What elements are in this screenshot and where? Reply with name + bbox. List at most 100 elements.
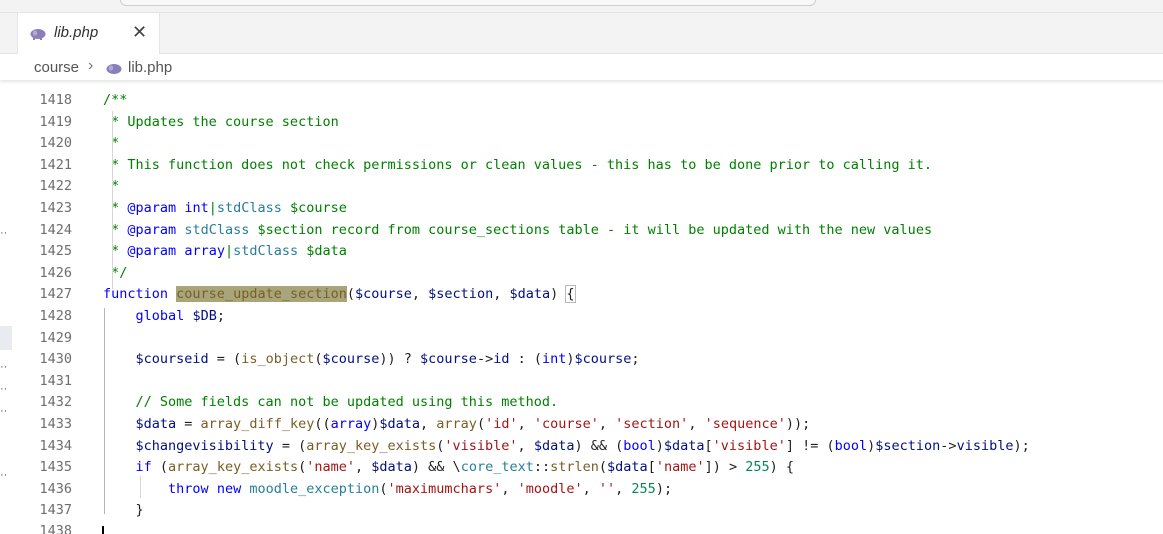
code-line[interactable]: 1426 */ — [0, 262, 1163, 284]
code-line[interactable]: 1435 if (array_key_exists('name', $data)… — [0, 456, 1163, 478]
code-token: $data — [663, 437, 705, 454]
horizontal-scrollbar[interactable] — [120, 0, 816, 6]
code-line[interactable]: 1418 /** — [0, 89, 1163, 111]
code-token: | — [208, 200, 217, 216]
code-token: ; — [216, 308, 225, 324]
line-number: 1428 — [39, 308, 72, 324]
code-token: 'moodle' — [517, 480, 583, 497]
code-line[interactable]: 1425 * @param array|stdClass $data — [0, 240, 1163, 262]
line-number: 1418 — [39, 92, 72, 108]
code-line[interactable]: 1429 — [0, 327, 1163, 349]
code-token: , — [501, 480, 518, 497]
dot-mark: ·· — [0, 361, 8, 373]
code-token: $section — [428, 286, 494, 303]
code-token: ( — [346, 286, 355, 303]
code-token: ) — [550, 286, 567, 303]
code-line[interactable]: 1430 $courseid = (is_object($course)) ? … — [0, 348, 1163, 370]
left-activity-marks: ·· ·· ·· ·· ·· — [0, 80, 14, 534]
code-line[interactable]: 1433 $data = array_diff_key((array)$data… — [0, 413, 1163, 435]
code-token: 'maximumchars' — [387, 480, 502, 497]
code-token: throw — [168, 480, 209, 497]
code-token: ) { — [769, 459, 795, 476]
code-token: , — [493, 286, 510, 303]
code-token: $data — [135, 416, 177, 432]
code-token: { — [565, 285, 576, 304]
breadcrumb-file[interactable]: lib.php — [128, 59, 172, 76]
code-token: ]) > — [704, 459, 746, 476]
code-token: ( — [476, 416, 486, 432]
code-token: | — [224, 243, 234, 260]
code-token: (( — [314, 416, 331, 432]
code-token: array_diff_key — [200, 416, 315, 432]
indent-guide — [112, 111, 113, 289]
code-token: 'name' — [655, 459, 705, 476]
code-token: id — [493, 351, 510, 368]
tab-label: lib.php — [54, 24, 99, 41]
code-token: ) — [655, 437, 664, 454]
code-text: * @param array|stdClass $data — [103, 240, 347, 262]
code-line[interactable]: 1427 function course_update_section($cour… — [0, 283, 1163, 305]
code-text: } — [103, 499, 144, 521]
text-cursor — [102, 526, 104, 534]
code-line[interactable]: 1431 — [0, 370, 1163, 392]
code-line[interactable]: 1424 * @param stdClass $section record f… — [0, 219, 1163, 241]
code-token: $data — [607, 459, 648, 476]
code-text: // Some fields can not be updated using … — [103, 391, 559, 413]
tab-lib-php[interactable]: lib.php ✕ — [17, 13, 160, 54]
code-token: 255 — [631, 480, 656, 497]
code-token: * This function does not check permissio… — [103, 156, 933, 173]
code-token: new — [216, 480, 242, 497]
code-line[interactable]: 1421 * This function does not check perm… — [0, 154, 1163, 176]
code-line[interactable]: 1428 global $DB; — [0, 305, 1163, 327]
chevron-right-icon: › — [88, 57, 94, 74]
code-line[interactable]: 1436 throw new moodle_exception('maximum… — [0, 478, 1163, 500]
code-token: $data — [371, 459, 412, 476]
code-line[interactable]: 1419 * Updates the course section — [0, 111, 1163, 133]
code-token: array — [184, 243, 225, 260]
code-line[interactable]: 1432 // Some fields can not be updated u… — [0, 391, 1163, 413]
code-token: , — [355, 459, 372, 476]
code-editor[interactable]: 1417 1418 /** 1419 * Updates the course se… — [0, 80, 1163, 534]
code-token: // Some fields can not be updated using … — [135, 394, 559, 411]
code-token: [ — [704, 437, 713, 454]
code-text: throw new moodle_exception('maximumchars… — [103, 478, 672, 500]
code-token: ( — [151, 459, 169, 476]
code-token: $section record from course_sections tab… — [249, 221, 933, 238]
code-text: /** — [103, 89, 127, 111]
code-token: 'course' — [533, 416, 599, 432]
line-number: 1421 — [39, 156, 72, 173]
line-number: 1431 — [39, 372, 72, 389]
line-number: 1436 — [39, 480, 72, 497]
code-token: ( — [598, 459, 608, 476]
code-line[interactable]: 1423 * @param int|stdClass $course — [0, 197, 1163, 219]
code-token: $data — [509, 286, 551, 303]
dot-mark: ·· — [0, 469, 8, 481]
code-token: ( — [298, 459, 307, 476]
line-number: 1424 — [39, 221, 72, 238]
breadcrumb-folder[interactable]: course — [34, 59, 79, 76]
code-token: $course — [355, 286, 412, 303]
close-icon[interactable]: ✕ — [132, 22, 147, 43]
code-line[interactable]: 1422 * — [0, 175, 1163, 197]
code-token: $DB — [192, 308, 217, 324]
code-token: , — [688, 416, 705, 432]
code-token: , — [411, 286, 429, 303]
code-line[interactable]: 1437 } — [0, 499, 1163, 521]
code-token: core_text — [460, 459, 534, 476]
code-token: array — [330, 416, 372, 432]
code-token: ] != ( — [785, 437, 835, 454]
code-line[interactable]: 1420 * — [0, 132, 1163, 154]
code-token: -> — [940, 437, 957, 454]
code-token: * — [103, 243, 128, 260]
line-number: 1430 — [39, 351, 72, 368]
code-line[interactable]: 1434 $changevisibility = (array_key_exis… — [0, 435, 1163, 457]
code-token: 'name' — [306, 459, 356, 476]
line-number: 1427 — [39, 286, 72, 303]
code-token: strlen — [550, 459, 599, 476]
